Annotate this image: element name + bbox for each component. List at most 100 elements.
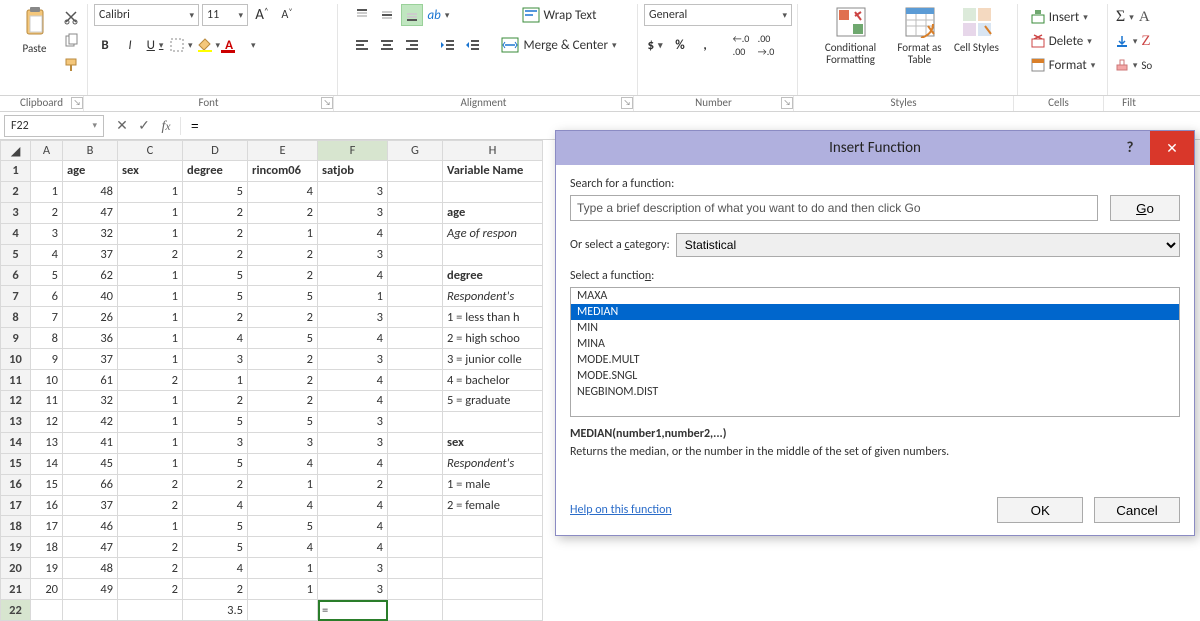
percent-format-button[interactable]: %	[669, 34, 691, 56]
align-center-button[interactable]	[376, 34, 398, 56]
cell[interactable]: 3	[318, 349, 388, 370]
cell[interactable]: 1	[118, 223, 183, 244]
cell[interactable]: 1	[248, 474, 318, 495]
cell[interactable]: 1 = less than h	[443, 307, 543, 328]
cell[interactable]	[443, 579, 543, 600]
cell[interactable]: 3	[318, 579, 388, 600]
cell[interactable]: 3	[31, 223, 63, 244]
format-as-table-button[interactable]: Format as Table	[888, 4, 952, 76]
font-launcher[interactable]: ↘	[321, 97, 333, 109]
row-header[interactable]: 13	[1, 411, 31, 432]
cell[interactable]	[388, 474, 443, 495]
cell[interactable]: 20	[31, 579, 63, 600]
cell[interactable]: 1	[118, 202, 183, 223]
help-link[interactable]: Help on this function	[570, 503, 672, 517]
wrap-text-button[interactable]: Wrap Text	[494, 4, 623, 26]
cell[interactable]: 2	[118, 558, 183, 579]
cell[interactable]: 42	[63, 411, 118, 432]
cell[interactable]: 46	[63, 516, 118, 537]
shrink-font-button[interactable]: A˅	[276, 4, 298, 26]
row-header[interactable]: 14	[1, 432, 31, 453]
cell[interactable]	[388, 516, 443, 537]
select-all-corner[interactable]: ◢	[1, 141, 31, 161]
row-header[interactable]: 20	[1, 558, 31, 579]
row-header[interactable]: 19	[1, 537, 31, 558]
cell[interactable]: 2	[248, 349, 318, 370]
cell[interactable]: 45	[63, 453, 118, 474]
cell[interactable]: 3	[318, 411, 388, 432]
font-color-button[interactable]: A	[224, 34, 256, 56]
cell[interactable]	[443, 244, 543, 265]
cell[interactable]: 47	[63, 537, 118, 558]
cell[interactable]: 3	[318, 244, 388, 265]
function-list-item[interactable]: MIN	[571, 320, 1179, 336]
cell[interactable]: 37	[63, 495, 118, 516]
cell[interactable]	[388, 537, 443, 558]
cell[interactable]: sex	[118, 161, 183, 182]
cell[interactable]: 2 = high schoo	[443, 328, 543, 349]
cell[interactable]	[388, 411, 443, 432]
cell[interactable]: 3	[318, 432, 388, 453]
column-header-D[interactable]: D	[183, 141, 248, 161]
delete-cells-button[interactable]: Delete	[1025, 30, 1097, 52]
name-box[interactable]: F22	[4, 115, 104, 137]
borders-button[interactable]	[169, 34, 194, 56]
increase-decimal-button[interactable]: ←.0.00	[730, 34, 752, 56]
row-header[interactable]: 15	[1, 453, 31, 474]
align-top-button[interactable]	[351, 4, 373, 26]
cell[interactable]: 62	[63, 265, 118, 286]
cell[interactable]: degree	[183, 161, 248, 182]
font-name-combo[interactable]: Calibri	[94, 4, 199, 26]
row-header[interactable]: 4	[1, 223, 31, 244]
cell[interactable]: 2	[183, 202, 248, 223]
cell[interactable]	[388, 244, 443, 265]
autosum-button[interactable]: Σ	[1114, 6, 1136, 28]
cell[interactable]: 32	[63, 223, 118, 244]
cancel-button[interactable]: Cancel	[1094, 497, 1180, 523]
cell[interactable]: 2	[248, 370, 318, 391]
cell[interactable]: 2	[118, 370, 183, 391]
cell[interactable]: 4	[248, 495, 318, 516]
cell[interactable]: 15	[31, 474, 63, 495]
row-header[interactable]: 3	[1, 202, 31, 223]
row-header[interactable]: 16	[1, 474, 31, 495]
cell[interactable]: 5	[248, 328, 318, 349]
cell[interactable]: 1	[118, 181, 183, 202]
cell[interactable]: 5	[183, 516, 248, 537]
merge-center-button[interactable]: Merge & Center	[494, 34, 623, 56]
cell[interactable]: 3	[183, 432, 248, 453]
cell[interactable]: 1	[118, 411, 183, 432]
cell[interactable]: 3	[183, 349, 248, 370]
row-header[interactable]: 11	[1, 370, 31, 391]
column-header-B[interactable]: B	[63, 141, 118, 161]
cell[interactable]: 2	[183, 579, 248, 600]
cell[interactable]: =	[318, 600, 388, 621]
function-list-item[interactable]: MAXA	[571, 288, 1179, 304]
cell[interactable]: age	[443, 202, 543, 223]
cell[interactable]: 1	[118, 265, 183, 286]
cell[interactable]: 1	[248, 579, 318, 600]
cell[interactable]: 2	[183, 244, 248, 265]
align-right-button[interactable]	[401, 34, 423, 56]
cell[interactable]: 3	[248, 432, 318, 453]
cell[interactable]: satjob	[318, 161, 388, 182]
grow-font-button[interactable]: A˄	[251, 4, 273, 26]
cell[interactable]: 4	[31, 244, 63, 265]
category-select[interactable]: Statistical	[676, 233, 1180, 257]
cell[interactable]	[388, 286, 443, 307]
cell[interactable]: 1	[31, 181, 63, 202]
cell[interactable]: 1	[118, 349, 183, 370]
cell[interactable]: 2	[118, 474, 183, 495]
cell[interactable]: 4	[318, 495, 388, 516]
cell[interactable]	[443, 411, 543, 432]
cell[interactable]	[443, 516, 543, 537]
cell[interactable]: degree	[443, 265, 543, 286]
cell[interactable]: 4	[318, 390, 388, 411]
paste-button[interactable]: Paste	[10, 4, 60, 76]
cell[interactable]	[388, 202, 443, 223]
number-format-combo[interactable]: General	[644, 4, 792, 26]
align-left-button[interactable]	[351, 34, 373, 56]
cell[interactable]: 41	[63, 432, 118, 453]
cell[interactable]: 1	[118, 516, 183, 537]
cell[interactable]	[388, 181, 443, 202]
